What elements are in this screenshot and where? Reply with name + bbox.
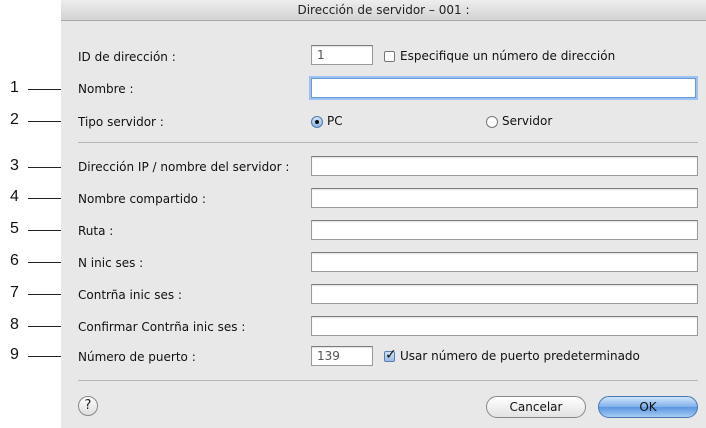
callout-number: 5 <box>10 220 19 237</box>
server-type-server-label: Servidor <box>502 114 553 128</box>
callout-number: 8 <box>10 316 19 333</box>
callout-number: 3 <box>10 157 19 174</box>
login-password-field[interactable] <box>311 284 698 304</box>
name-field[interactable] <box>311 78 696 98</box>
port-field[interactable]: 139 <box>311 346 373 366</box>
server-type-pc-radio[interactable] <box>311 116 323 128</box>
callout-number: 9 <box>10 346 19 363</box>
server-address-dialog: Dirección de servidor – 001 : ID de dire… <box>61 0 706 428</box>
callout-number: 7 <box>10 284 19 301</box>
confirm-password-label: Confirmar Contrña inic ses : <box>78 320 246 334</box>
port-label: Número de puerto : <box>78 350 196 364</box>
shared-name-label: Nombre compartido : <box>78 192 206 206</box>
ip-server-name-label: Dirección IP / nombre del servidor : <box>78 160 290 174</box>
callout-number: 6 <box>10 252 19 269</box>
section-divider <box>78 142 698 143</box>
ip-server-name-field[interactable] <box>311 156 698 176</box>
shared-name-field[interactable] <box>311 188 698 208</box>
footer-divider <box>78 380 698 381</box>
server-type-label: Tipo servidor : <box>78 115 164 129</box>
specify-address-number-label: Especifique un número de dirección <box>400 49 616 63</box>
login-name-field[interactable] <box>311 252 698 272</box>
path-label: Ruta : <box>78 224 114 238</box>
server-type-server-radio[interactable] <box>486 116 498 128</box>
use-default-port-label: Usar número de puerto predeterminado <box>400 349 640 363</box>
cancel-button[interactable]: Cancelar <box>486 396 586 418</box>
use-default-port-checkbox[interactable] <box>384 347 397 363</box>
callout-number: 4 <box>10 188 19 205</box>
specify-address-number-checkbox[interactable] <box>384 51 395 62</box>
login-name-label: N inic ses : <box>78 256 144 270</box>
address-id-label: ID de dirección : <box>78 50 176 64</box>
name-label: Nombre : <box>78 82 134 96</box>
callout-number: 2 <box>10 111 19 128</box>
server-type-pc-label: PC <box>327 114 343 128</box>
path-field[interactable] <box>311 220 698 240</box>
callout-number: 1 <box>10 79 19 96</box>
ok-button[interactable]: OK <box>598 396 698 418</box>
address-id-field[interactable]: 1 <box>311 45 373 65</box>
confirm-password-field[interactable] <box>311 316 698 336</box>
login-password-label: Contrña inic ses : <box>78 288 182 302</box>
help-button[interactable]: ? <box>78 396 98 416</box>
dialog-title: Dirección de servidor – 001 : <box>61 0 706 21</box>
